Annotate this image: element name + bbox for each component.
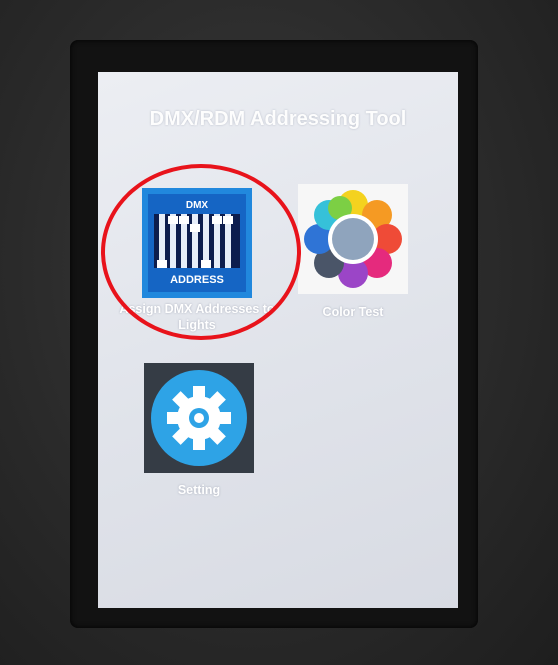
screen-title: DMX/RDM Addressing Tool (149, 108, 407, 130)
device-body: DMX/RDM Addressing Tool DMX ADDRESS Assi… (0, 0, 558, 665)
gear-icon (144, 363, 254, 473)
dmx-icon-bottom-text: ADDRESS (170, 274, 224, 286)
dmx-address-sliders-icon: DMX ADDRESS (142, 188, 252, 298)
app-label-color-test: Color Test (322, 305, 384, 319)
color-petals-icon (298, 184, 408, 294)
app-label-assign-dmx: Assign DMX Addresses to Lights (119, 302, 275, 332)
app-label-setting: Setting (177, 483, 221, 497)
dmx-icon-top-text: DMX (186, 200, 209, 211)
touch-screen: DMX/RDM Addressing Tool DMX ADDRESS Assi… (98, 72, 458, 608)
